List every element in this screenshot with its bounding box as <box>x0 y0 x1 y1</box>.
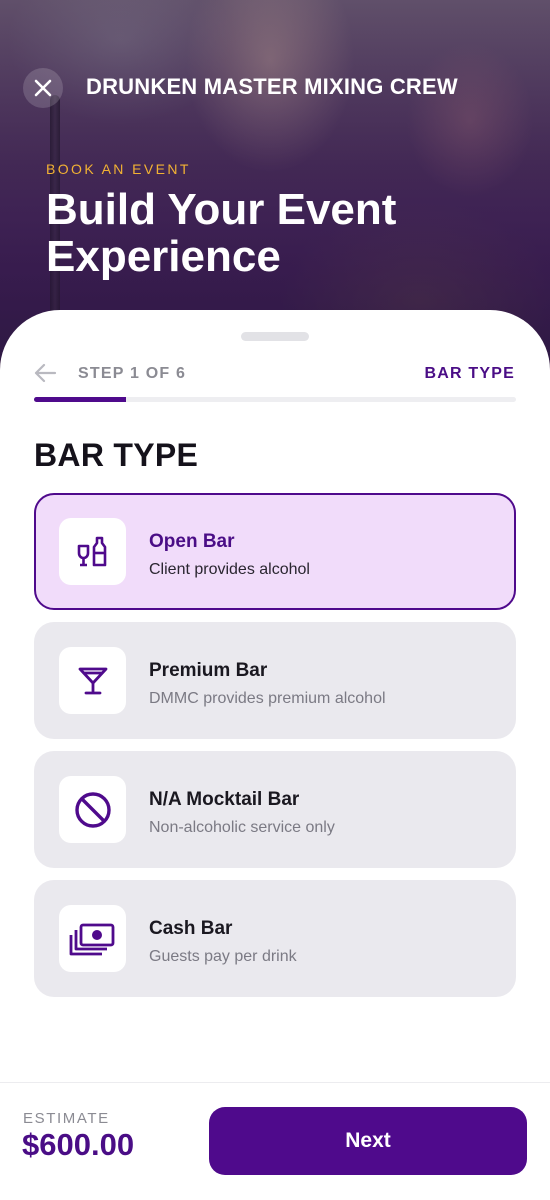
martini-icon <box>78 667 107 694</box>
option-title: N/A Mocktail Bar <box>149 789 300 810</box>
option-description: Guests pay per drink <box>149 948 297 965</box>
step-progress-fill <box>34 397 126 402</box>
option-open-bar[interactable]: Open Bar Client provides alcohol <box>34 493 516 610</box>
bar-type-options: Open Bar Client provides alcohol Premium… <box>34 493 516 1009</box>
sheet-grabber[interactable] <box>241 332 309 341</box>
option-description: DMMC provides premium alcohol <box>149 690 386 707</box>
step-progress-bar <box>34 397 516 402</box>
step-counter: STEP 1 OF 6 <box>78 365 187 382</box>
brand-title: DRUNKEN MASTER MIXING CREW <box>86 74 458 99</box>
option-cash-bar[interactable]: Cash Bar Guests pay per drink <box>34 880 516 997</box>
option-description: Non-alcoholic service only <box>149 819 335 836</box>
step-name: BAR TYPE <box>424 365 515 382</box>
close-icon <box>34 79 52 97</box>
cash-icon <box>69 923 114 955</box>
hero-header: DRUNKEN MASTER MIXING CREW BOOK AN EVENT… <box>0 0 550 360</box>
close-button[interactable] <box>23 68 63 108</box>
estimate-label: ESTIMATE <box>23 1110 110 1127</box>
option-title: Open Bar <box>149 531 235 552</box>
option-title: Premium Bar <box>149 660 268 681</box>
estimate-value: $600.00 <box>22 1127 135 1162</box>
prohibited-icon <box>74 791 111 828</box>
option-description: Client provides alcohol <box>149 561 310 578</box>
next-button[interactable]: Next <box>209 1107 527 1175</box>
bottle-glass-icon <box>77 536 106 566</box>
arrow-left-icon[interactable] <box>32 362 58 384</box>
eyebrow-label: BOOK AN EVENT <box>46 161 191 177</box>
option-title: Cash Bar <box>149 918 233 939</box>
footer-bar: ESTIMATE $600.00 Next <box>0 1082 550 1200</box>
section-title: BAR TYPE <box>34 437 199 473</box>
option-mocktail-bar[interactable]: N/A Mocktail Bar Non-alcoholic service o… <box>34 751 516 868</box>
booking-sheet: STEP 1 OF 6 BAR TYPE BAR TYPE Open Bar C… <box>0 310 550 1200</box>
option-premium-bar[interactable]: Premium Bar DMMC provides premium alcoho… <box>34 622 516 739</box>
page-title: Build Your Event Experience <box>46 185 397 281</box>
